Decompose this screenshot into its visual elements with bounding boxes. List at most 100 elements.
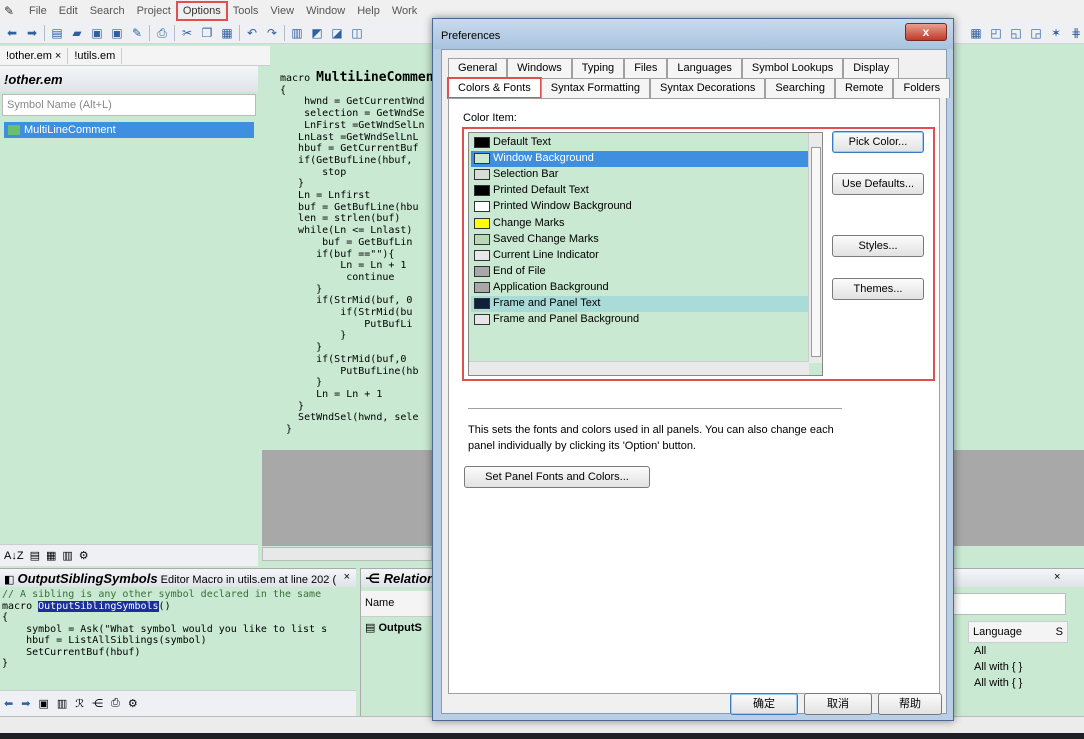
relation-r-icon[interactable]: ℛ [75, 697, 84, 710]
use-defaults-button[interactable]: Use Defaults... [832, 173, 924, 195]
menu-edit[interactable]: Edit [54, 3, 83, 19]
code-line: stop [280, 167, 346, 178]
tab-symbol-lookups[interactable]: Symbol Lookups [741, 58, 844, 78]
menu-search[interactable]: Search [85, 3, 130, 19]
color-item-row[interactable]: Printed Default Text [471, 183, 809, 199]
paste-icon[interactable]: ▦ [219, 25, 235, 41]
cut-icon[interactable]: ✂ [179, 25, 195, 41]
color-item-row[interactable]: Selection Bar [471, 167, 809, 183]
print-icon[interactable]: ⎙ [111, 697, 120, 710]
tab-files[interactable]: Files [624, 58, 668, 78]
relation-row[interactable]: ▤ OutputS [361, 617, 440, 638]
open-folder-icon[interactable]: ▰ [69, 25, 85, 41]
forward-arrow-icon[interactable]: ➡ [21, 697, 30, 710]
color-item-row[interactable]: Default Text [471, 135, 809, 151]
project-filter-input[interactable] [952, 593, 1066, 615]
forward-arrow-icon[interactable]: ➡ [24, 25, 40, 41]
relation-column-header[interactable]: Name [361, 591, 440, 617]
list-view-icon[interactable]: ▤ [30, 549, 40, 562]
color-item-row[interactable]: Frame and Panel Background [471, 312, 809, 328]
color-item-row[interactable]: Change Marks [471, 216, 809, 232]
symbol-list-item[interactable]: MultiLineComment [4, 122, 254, 138]
redo-icon[interactable]: ↷ [264, 25, 280, 41]
language-cell[interactable]: All [974, 645, 986, 657]
tab-syntax-decorations[interactable]: Syntax Decorations [650, 78, 766, 98]
layout-icon[interactable]: ◰ [988, 25, 1004, 41]
tab-languages[interactable]: Languages [667, 58, 742, 78]
color-item-row[interactable]: Saved Change Marks [471, 232, 809, 248]
menu-window[interactable]: Window [301, 3, 350, 19]
menu-work[interactable]: Work [387, 3, 422, 19]
scrollbar-thumb[interactable] [811, 147, 821, 357]
menu-tools[interactable]: Tools [228, 3, 264, 19]
tab-syntax-formatting[interactable]: Syntax Formatting [540, 78, 651, 98]
pick-color-button[interactable]: Pick Color... [832, 131, 924, 153]
outline-icon[interactable]: ⋲ [92, 697, 103, 710]
styles-button[interactable]: Styles... [832, 235, 924, 257]
tab-colors-fonts[interactable]: Colors & Fonts [447, 77, 542, 99]
tab-folders[interactable]: Folders [893, 78, 951, 98]
settings-gear-icon[interactable]: ⚙ [128, 697, 138, 710]
jump-icon[interactable]: ◩ [309, 25, 325, 41]
themes-button[interactable]: Themes... [832, 278, 924, 300]
tab-windows[interactable]: Windows [507, 58, 572, 78]
close-icon[interactable]: × [1054, 571, 1060, 583]
cancel-button[interactable]: 取消 [804, 693, 872, 715]
color-item-row[interactable]: Window Background [471, 151, 809, 168]
relation-icon[interactable]: ◱ [1008, 25, 1024, 41]
browse-icon[interactable]: ▥ [289, 25, 305, 41]
lock-icon[interactable]: ▣ [38, 697, 48, 710]
save-icon[interactable]: ▣ [89, 25, 105, 41]
columns-icon[interactable]: ▥ [57, 697, 67, 710]
file-tab-utils[interactable]: !utils.em [68, 47, 123, 64]
list-vertical-scrollbar[interactable] [808, 133, 822, 363]
tools-icon[interactable]: ✶ [1048, 25, 1064, 41]
file-tab-other[interactable]: !other.em × [0, 47, 69, 64]
print-icon[interactable]: ⎙ [154, 25, 170, 41]
new-file-icon[interactable]: ▤ [49, 25, 65, 41]
color-item-row[interactable]: Printed Window Background [471, 199, 809, 215]
editor-horizontal-scrollbar[interactable] [262, 547, 432, 561]
menu-file[interactable]: File [24, 3, 52, 19]
sort-az-icon[interactable]: A↓Z [4, 550, 24, 562]
dialog-titlebar[interactable]: Preferences x [433, 19, 953, 49]
category-icon[interactable]: ▦ [46, 549, 56, 562]
columns-icon[interactable]: ▥ [62, 549, 72, 562]
color-item-row[interactable]: Frame and Panel Text [471, 296, 809, 312]
tab-general[interactable]: General [448, 58, 508, 78]
color-item-row[interactable]: Application Background [471, 280, 809, 296]
context-icon[interactable]: ◲ [1028, 25, 1044, 41]
set-panel-fonts-button[interactable]: Set Panel Fonts and Colors... [464, 466, 650, 488]
back-arrow-icon[interactable]: ⬅ [4, 697, 13, 710]
save-all-icon[interactable]: ▣ [109, 25, 125, 41]
settings-gear-icon[interactable]: ⚙ [79, 549, 89, 562]
ok-button[interactable]: 确定 [730, 693, 798, 715]
tab-display[interactable]: Display [843, 58, 900, 78]
color-item-row[interactable]: Current Line Indicator [471, 248, 809, 264]
menu-help[interactable]: Help [352, 3, 385, 19]
dialog-close-button[interactable]: x [905, 23, 947, 41]
language-column-header[interactable]: Language S [968, 621, 1068, 643]
back-arrow-icon[interactable]: ⬅ [4, 25, 20, 41]
panel-icon[interactable]: ▦ [968, 25, 984, 41]
symbol-search-input[interactable]: Symbol Name (Alt+L) [2, 94, 256, 116]
list-horizontal-scrollbar[interactable] [469, 361, 809, 375]
color-item-row[interactable]: End of File [471, 264, 809, 280]
undo-icon[interactable]: ↶ [244, 25, 260, 41]
tab-typing[interactable]: Typing [571, 58, 625, 78]
tab-searching[interactable]: Searching [765, 78, 835, 98]
language-cell[interactable]: All with { } [974, 661, 1022, 673]
color-item-list[interactable]: Default Text Window Background Selection B… [468, 132, 823, 376]
edit-icon[interactable]: ✎ [129, 25, 145, 41]
help-button[interactable]: 帮助 [878, 693, 942, 715]
tab-remote[interactable]: Remote [834, 78, 894, 98]
menu-view[interactable]: View [265, 3, 299, 19]
menu-project[interactable]: Project [132, 3, 176, 19]
window-icon[interactable]: ◫ [349, 25, 365, 41]
close-icon[interactable]: × [344, 571, 350, 583]
copy-icon[interactable]: ❐ [199, 25, 215, 41]
menu-options[interactable]: Options [175, 1, 228, 21]
bookmark-icon[interactable]: ◪ [329, 25, 345, 41]
language-cell[interactable]: All with { } [974, 677, 1022, 689]
more-icon[interactable]: ⋕ [1068, 25, 1084, 41]
